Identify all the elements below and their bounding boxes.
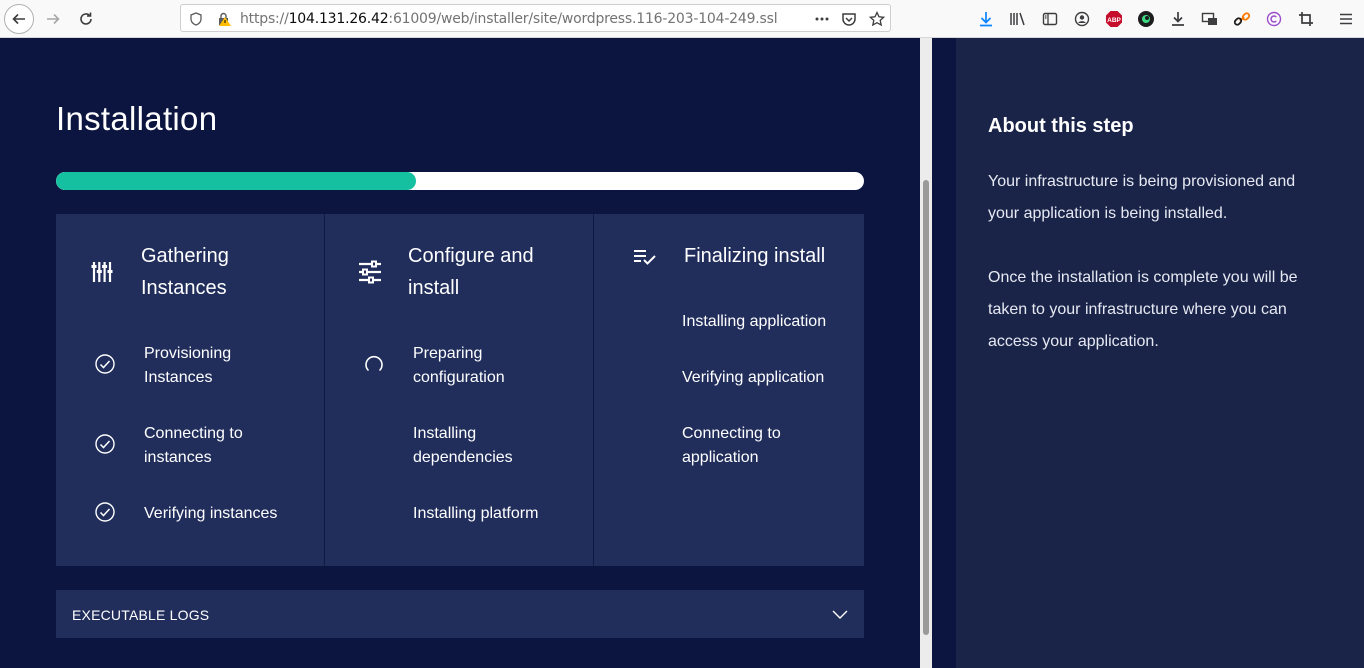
url-text: https://104.131.26.42:61009/web/installe… [240, 11, 778, 27]
check-circle-icon [94, 433, 116, 455]
sliders-vertical-icon [88, 258, 116, 286]
more-icon[interactable] [812, 9, 832, 29]
about-title: About this step [988, 115, 1134, 137]
copyright-icon[interactable] [1264, 9, 1284, 29]
step-preparing-configuration: Preparing configuration [413, 345, 505, 386]
account-icon[interactable] [1072, 9, 1092, 29]
phase-title: Finalizing install [684, 245, 826, 267]
adblock-icon[interactable]: ABP [1104, 9, 1124, 29]
executable-logs-accordion[interactable]: EXECUTABLE LOGS [56, 590, 864, 638]
star-icon[interactable] [867, 9, 887, 29]
pocket-icon[interactable] [839, 9, 859, 29]
sidebar-icon[interactable] [1040, 9, 1060, 29]
step-connecting-instances: Connecting to instances [144, 425, 243, 466]
download-icon[interactable] [976, 9, 996, 29]
library-icon[interactable] [1008, 9, 1028, 29]
forward-icon[interactable] [38, 4, 68, 34]
back-icon[interactable] [4, 4, 34, 34]
extension-icon[interactable] [1136, 9, 1156, 29]
crop-icon[interactable] [1296, 9, 1316, 29]
about-paragraph-2: Once the installation is complete you wi… [988, 269, 1298, 350]
progress-fill [56, 172, 416, 190]
about-paragraph-1: Your infrastructure is being provisioned… [988, 173, 1296, 222]
check-circle-icon [94, 353, 116, 375]
step-provisioning-instances: Provisioning Instances [144, 345, 232, 386]
step-connecting-application: Connecting to application [682, 425, 781, 466]
download-arrow-icon[interactable] [1168, 9, 1188, 29]
check-circle-icon [94, 501, 116, 523]
step-installing-dependencies: Installing dependencies [413, 425, 513, 466]
warning-icon[interactable] [214, 9, 234, 29]
checklist-icon [630, 242, 658, 270]
browser-toolbar: https://104.131.26.42:61009/web/installe… [0, 0, 1364, 38]
step-verifying-instances: Verifying instances [144, 505, 278, 522]
screenshot-icon[interactable] [1200, 9, 1220, 29]
phase-gathering-instances: Gathering Instances Provisioning Instanc… [56, 214, 325, 566]
phases-panel: Gathering Instances Provisioning Instanc… [56, 214, 864, 566]
chevron-down-icon[interactable] [830, 604, 850, 624]
phase-title: Configure and install [408, 245, 534, 299]
step-installing-platform: Installing platform [413, 505, 539, 522]
link-icon[interactable] [1232, 9, 1252, 29]
progress-bar [56, 172, 864, 190]
spinner-icon [363, 353, 385, 375]
shield-icon[interactable] [186, 9, 206, 29]
url-bar[interactable]: https://104.131.26.42:61009/web/installe… [180, 4, 891, 32]
phase-configure-install: Configure and install Preparing configur… [325, 214, 594, 566]
phase-title: Gathering Instances [141, 245, 229, 299]
step-verifying-application: Verifying application [682, 369, 825, 386]
executable-logs-label: EXECUTABLE LOGS [72, 607, 210, 623]
svg-text:ABP: ABP [1107, 17, 1121, 24]
phase-finalizing-install: Finalizing install Installing applicatio… [594, 214, 864, 566]
menu-icon[interactable] [1336, 9, 1356, 29]
reload-icon[interactable] [71, 4, 101, 34]
scrollbar-thumb[interactable] [923, 180, 929, 635]
sliders-horizontal-icon [356, 258, 384, 286]
page-title: Installation [56, 100, 218, 137]
step-installing-application: Installing application [682, 313, 827, 330]
main-gutter [932, 38, 956, 668]
